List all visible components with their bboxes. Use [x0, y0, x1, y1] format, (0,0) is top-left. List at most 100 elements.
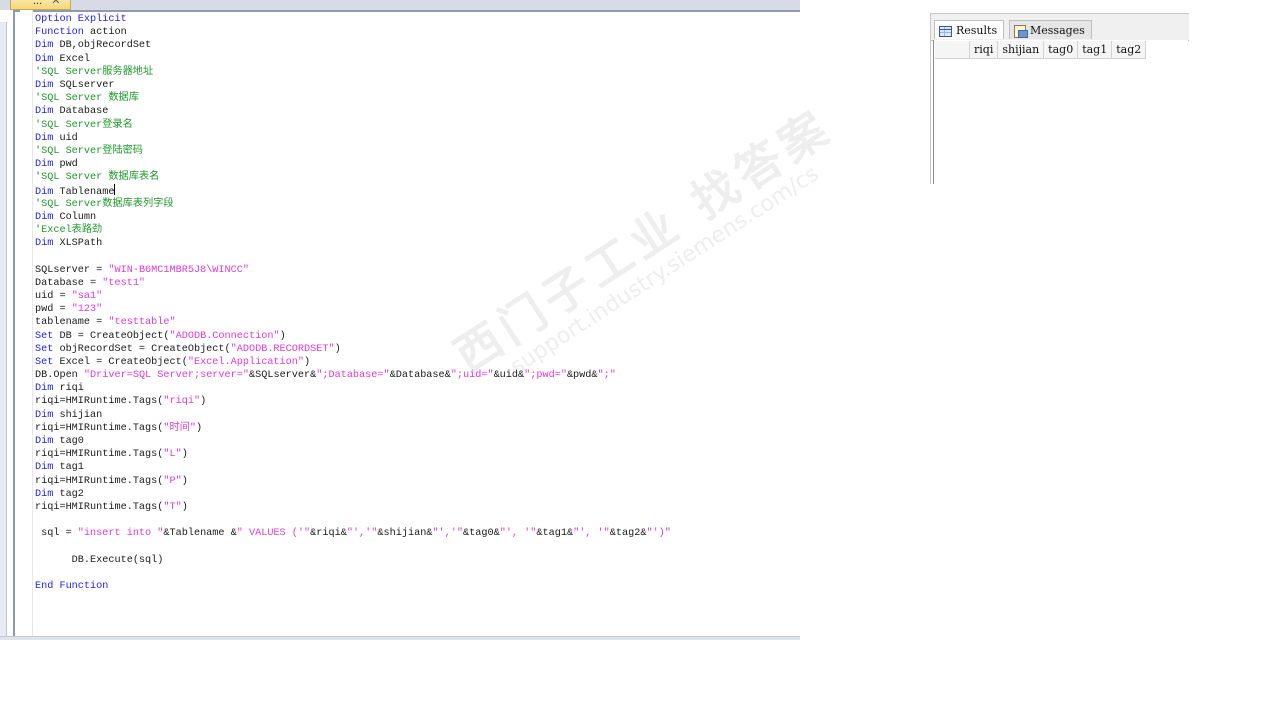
editor-bottom-border: [0, 636, 800, 640]
code-string: ";": [597, 370, 616, 382]
code-line: Dim tag0: [35, 435, 671, 448]
code-line: Dim shijian: [35, 409, 671, 422]
code-line: Dim SQLserver: [35, 79, 671, 92]
code-token: ): [200, 396, 207, 408]
code-line: Dim DB,objRecordSet: [35, 39, 671, 52]
code-keyword: Dim: [35, 132, 54, 144]
code-token: pwd =: [35, 304, 72, 316]
code-token: Database: [53, 106, 109, 118]
code-string: "insert into ": [77, 528, 164, 540]
code-comment: 'SQL Server数据库表列字段: [35, 198, 174, 210]
code-line: riqi=HMIRuntime.Tags("时间"): [35, 422, 671, 435]
code-token: ): [181, 501, 188, 513]
code-token: ): [181, 449, 188, 461]
tab-results-label: Results: [956, 24, 998, 37]
code-comment: 'SQL Server登陆密码: [35, 145, 143, 157]
column-header-tag2[interactable]: tag2: [1111, 41, 1147, 59]
close-tab-icon[interactable]: ✕: [51, 0, 60, 7]
code-token: shijian: [53, 409, 103, 421]
code-line: Dim Database: [35, 105, 671, 118]
code-token: riqi: [53, 383, 84, 395]
code-line: Option Explicit: [35, 13, 671, 26]
code-keyword: Dim: [35, 238, 54, 250]
row-number-header[interactable]: [935, 41, 970, 59]
code-line: 'SQL Server登陆密码: [35, 145, 671, 158]
code-token: uid: [53, 132, 78, 144]
code-line: 'SQL Server 数据库: [35, 92, 671, 105]
code-line: 'SQL Server登录名: [35, 119, 671, 132]
document-tab[interactable]: ... ✕: [10, 0, 72, 10]
code-token: Tablename: [53, 187, 115, 199]
code-string: "时间": [163, 422, 196, 434]
code-token: ): [279, 330, 286, 342]
code-string: "Driver=SQL Server;server=": [83, 370, 249, 382]
results-grid-icon: [939, 25, 952, 37]
tab-messages-label: Messages: [1030, 24, 1085, 37]
code-line: Dim pwd: [35, 158, 671, 171]
column-header-tag1[interactable]: tag1: [1077, 41, 1113, 59]
code-string: "Excel.Application": [187, 356, 305, 368]
code-comment: 'Excel表路劲: [35, 225, 103, 236]
code-line: riqi=HMIRuntime.Tags("riqi"): [35, 395, 671, 408]
code-token: tag1: [53, 462, 84, 474]
editor-left-frame: [0, 22, 7, 638]
results-header-row: riqi shijian tag0 tag1 tag2: [935, 41, 1147, 59]
column-header-shijian[interactable]: shijian: [997, 41, 1045, 59]
code-string: "P": [163, 475, 182, 487]
code-line: Database = "test1": [35, 277, 671, 290]
code-line: 'SQL Server服务器地址: [35, 66, 671, 79]
code-keyword: Dim: [35, 488, 54, 500]
code-line: Dim Tablename: [35, 184, 671, 199]
code-line: Dim Column: [35, 211, 671, 224]
code-token: tablename =: [35, 317, 109, 329]
tab-results[interactable]: Results: [934, 20, 1005, 39]
code-token: ): [181, 475, 188, 487]
code-token: tag0: [53, 436, 84, 447]
code-token: &shijian&: [377, 528, 433, 540]
code-comment: 'SQL Server 数据库: [35, 93, 139, 105]
code-string: "123": [71, 304, 103, 316]
code-line: 'SQL Server数据库表列字段: [35, 198, 671, 211]
code-keyword: Dim: [35, 159, 54, 171]
code-keyword: Dim: [35, 79, 54, 91]
code-keyword: Set: [35, 356, 54, 368]
results-grid[interactable]: riqi shijian tag0 tag1 tag2: [933, 40, 1188, 184]
code-token: DB = CreateObject(: [53, 330, 170, 342]
code-line: sql = "insert into "&Tablename &" VALUES…: [35, 527, 671, 540]
code-line: tablename = "testtable": [35, 316, 671, 329]
tab-messages[interactable]: Messages: [1009, 20, 1092, 39]
code-string: ";pwd=": [524, 370, 567, 382]
code-string: "ADODB.Connection": [169, 330, 280, 342]
code-token: &tag1&: [536, 528, 574, 540]
code-line: Dim Excel: [35, 53, 671, 66]
code-token: Excel: [53, 53, 91, 65]
text-caret: [114, 184, 116, 196]
messages-icon: [1014, 24, 1028, 38]
code-token: DB,objRecordSet: [53, 40, 152, 52]
column-header-tag0[interactable]: tag0: [1043, 41, 1079, 59]
code-line: uid = "sa1": [35, 290, 671, 303]
code-token: sql =: [35, 528, 78, 540]
results-table: riqi shijian tag0 tag1 tag2: [935, 41, 1147, 59]
code-line: riqi=HMIRuntime.Tags("T"): [35, 501, 671, 514]
code-line: DB.Execute(sql): [35, 554, 671, 567]
code-token: pwd: [53, 159, 78, 171]
code-comment: 'SQL Server服务器地址: [35, 66, 154, 78]
code-line: DB.Open "Driver=SQL Server;server="&SQLs…: [35, 369, 671, 382]
code-comment: 'SQL Server 数据库表名: [35, 172, 160, 184]
column-header-riqi[interactable]: riqi: [969, 41, 999, 59]
editor-gutter: [20, 10, 33, 636]
code-token: DB.Open: [35, 370, 84, 382]
code-token: action: [83, 27, 127, 39]
code-string: ";Database=": [316, 370, 390, 382]
code-token: tag2: [53, 488, 84, 500]
code-keyword: Dim: [35, 436, 54, 447]
code-text[interactable]: Option Explicit Function action Dim DB,obj…: [35, 13, 671, 593]
code-token: riqi=HMIRuntime.Tags(: [35, 475, 164, 487]
code-string: ";uid=": [450, 370, 494, 382]
code-string: "', '": [499, 528, 537, 540]
document-tab-strip: ... ✕: [0, 0, 800, 10]
